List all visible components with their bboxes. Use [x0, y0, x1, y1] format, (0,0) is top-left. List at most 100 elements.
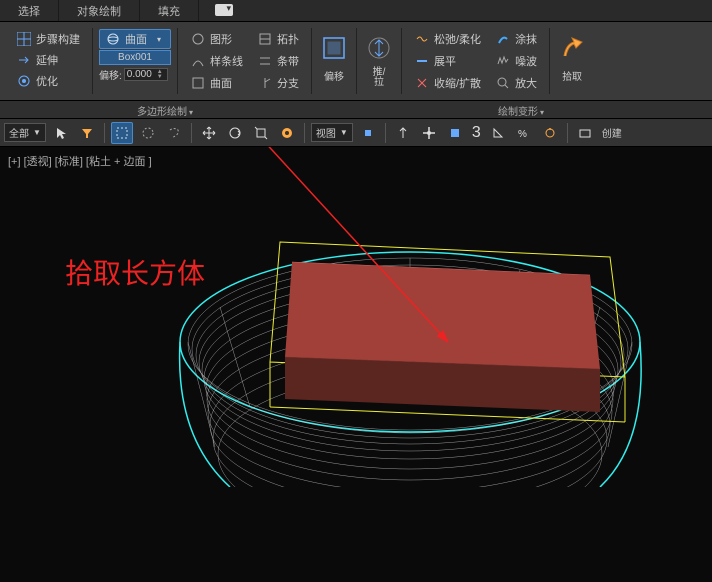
push-pull-icon[interactable] [363, 32, 395, 64]
optimize-button[interactable]: 优化 [10, 71, 86, 91]
ribbon: 步骤构建 延伸 优化 曲面 ▾ Box001 偏移: ▲▼ [0, 22, 712, 101]
chevron-down-icon: ▼ [33, 128, 41, 137]
strip-icon [257, 53, 273, 69]
spline-label: 样条线 [210, 53, 243, 69]
percent-snap-tool[interactable]: % [513, 122, 535, 144]
zoom-label: 放大 [515, 75, 537, 91]
smear-icon [495, 31, 511, 47]
smear-button[interactable]: 涂抹 [489, 29, 543, 49]
optimize-label: 优化 [36, 73, 58, 89]
noise-button[interactable]: 噪波 [489, 51, 543, 71]
tab-fill[interactable]: 填充 [140, 0, 199, 21]
sphere-icon [105, 31, 121, 47]
topology-label: 拓扑 [277, 31, 299, 47]
shape-label: 图形 [210, 31, 232, 47]
angle-snap-tool[interactable] [487, 122, 509, 144]
step-build-label: 步骤构建 [36, 31, 80, 47]
ribbon-group-pushpull: 推/ 拉 [357, 28, 402, 94]
snap-move-tool[interactable] [418, 122, 440, 144]
surface-label: 曲面 [125, 31, 147, 47]
object-name-field[interactable]: Box001 [99, 50, 171, 65]
separator [104, 123, 105, 143]
poly-draw-group-label[interactable]: 多边形绘制▾ [0, 101, 330, 118]
strip-label: 条带 [277, 53, 299, 69]
spinner-snap-tool[interactable] [539, 122, 561, 144]
manipulate-tool[interactable] [392, 122, 414, 144]
spline-button[interactable]: 样条线 [184, 51, 249, 71]
grid-icon [16, 31, 32, 47]
ribbon-group-build: 步骤构建 延伸 优化 [4, 28, 93, 94]
shrink-button[interactable]: 收缩/扩散 [408, 73, 487, 93]
pick-icon[interactable] [556, 32, 588, 64]
shrink-icon [414, 75, 430, 91]
lasso-select-tool[interactable] [163, 122, 185, 144]
move-tool[interactable] [198, 122, 220, 144]
rect-select-tool[interactable] [111, 122, 133, 144]
filter-tool[interactable] [76, 122, 98, 144]
topology-icon [257, 31, 273, 47]
select-tool[interactable] [50, 122, 72, 144]
branch-label: 分支 [277, 75, 299, 91]
branch-button[interactable]: 分支 [251, 73, 305, 93]
rotate-tool[interactable] [224, 122, 246, 144]
extend-label: 延伸 [36, 52, 58, 68]
tab-dropdown-icon[interactable] [215, 4, 233, 16]
secondary-toolbar: 全部▼ 视图▼ 3 % 创建 [0, 119, 712, 147]
separator [385, 123, 386, 143]
separator [191, 123, 192, 143]
offset-big-label: 偏移 [318, 68, 350, 83]
scale-tool[interactable] [250, 122, 272, 144]
ribbon-group-deform: 松弛/柔化 展平 收缩/扩散 涂抹 噪波 放大 [402, 28, 550, 94]
circle-select-tool[interactable] [137, 122, 159, 144]
ribbon-group-surface: 曲面 ▾ Box001 偏移: ▲▼ [93, 28, 178, 94]
noise-label: 噪波 [515, 53, 537, 69]
relax-button[interactable]: 松弛/柔化 [408, 29, 487, 49]
spinner-arrows-icon[interactable]: ▲▼ [157, 70, 163, 80]
filter-dropdown[interactable]: 全部▼ [4, 123, 46, 142]
snap-toggle[interactable] [444, 122, 466, 144]
wave-icon [414, 31, 430, 47]
flatten-icon [414, 53, 430, 69]
separator [567, 123, 568, 143]
smear-label: 涂抹 [515, 31, 537, 47]
ribbon-group-labels: 多边形绘制▾ 绘制变形▾ [0, 101, 712, 119]
offset-big-icon[interactable] [318, 32, 350, 64]
ribbon-group-offset: 偏移 [312, 28, 357, 94]
chevron-down-icon: ▼ [340, 128, 348, 137]
offset-value-input[interactable] [127, 69, 157, 80]
shrink-label: 收缩/扩散 [434, 75, 481, 91]
ribbon-group-pick: 拾取 [550, 28, 594, 94]
paint-deform-group-label[interactable]: 绘制变形▾ [330, 101, 712, 118]
surface-button[interactable]: 曲面 ▾ [99, 29, 171, 49]
zoom-button[interactable]: 放大 [489, 73, 543, 93]
pick-label: 拾取 [556, 68, 588, 83]
chevron-down-icon: ▾ [540, 108, 544, 117]
viewport-scene [0, 147, 712, 487]
face-button[interactable]: 曲面 [184, 73, 249, 93]
placement-tool[interactable] [276, 122, 298, 144]
shape-button[interactable]: 图形 [184, 29, 249, 49]
optimize-icon [16, 73, 32, 89]
magnify-icon [495, 75, 511, 91]
step-build-button[interactable]: 步骤构建 [10, 29, 86, 49]
snap-3-label[interactable]: 3 [470, 124, 483, 142]
pivot-tool[interactable] [357, 122, 379, 144]
separator [304, 123, 305, 143]
coord-system-dropdown[interactable]: 视图▼ [311, 123, 353, 142]
offset-spinner[interactable]: ▲▼ [124, 68, 168, 81]
face-icon [190, 75, 206, 91]
named-sets-tool[interactable] [574, 122, 596, 144]
tab-object-paint[interactable]: 对象绘制 [59, 0, 140, 21]
extend-button[interactable]: 延伸 [10, 50, 86, 70]
svg-text:%: % [518, 129, 527, 140]
create-label[interactable]: 创建 [600, 125, 624, 140]
flatten-button[interactable]: 展平 [408, 51, 487, 71]
topology-button[interactable]: 拓扑 [251, 29, 305, 49]
chevron-down-icon: ▾ [189, 108, 193, 117]
menu-tabs: 选择 对象绘制 填充 [0, 0, 712, 22]
face-label: 曲面 [210, 75, 232, 91]
strip-button[interactable]: 条带 [251, 51, 305, 71]
chevron-down-icon: ▾ [157, 35, 161, 44]
tab-select[interactable]: 选择 [0, 0, 59, 21]
viewport[interactable]: [+] [透视] [标准] [粘土 + 边面 ] 拾取长方体 [0, 147, 712, 582]
